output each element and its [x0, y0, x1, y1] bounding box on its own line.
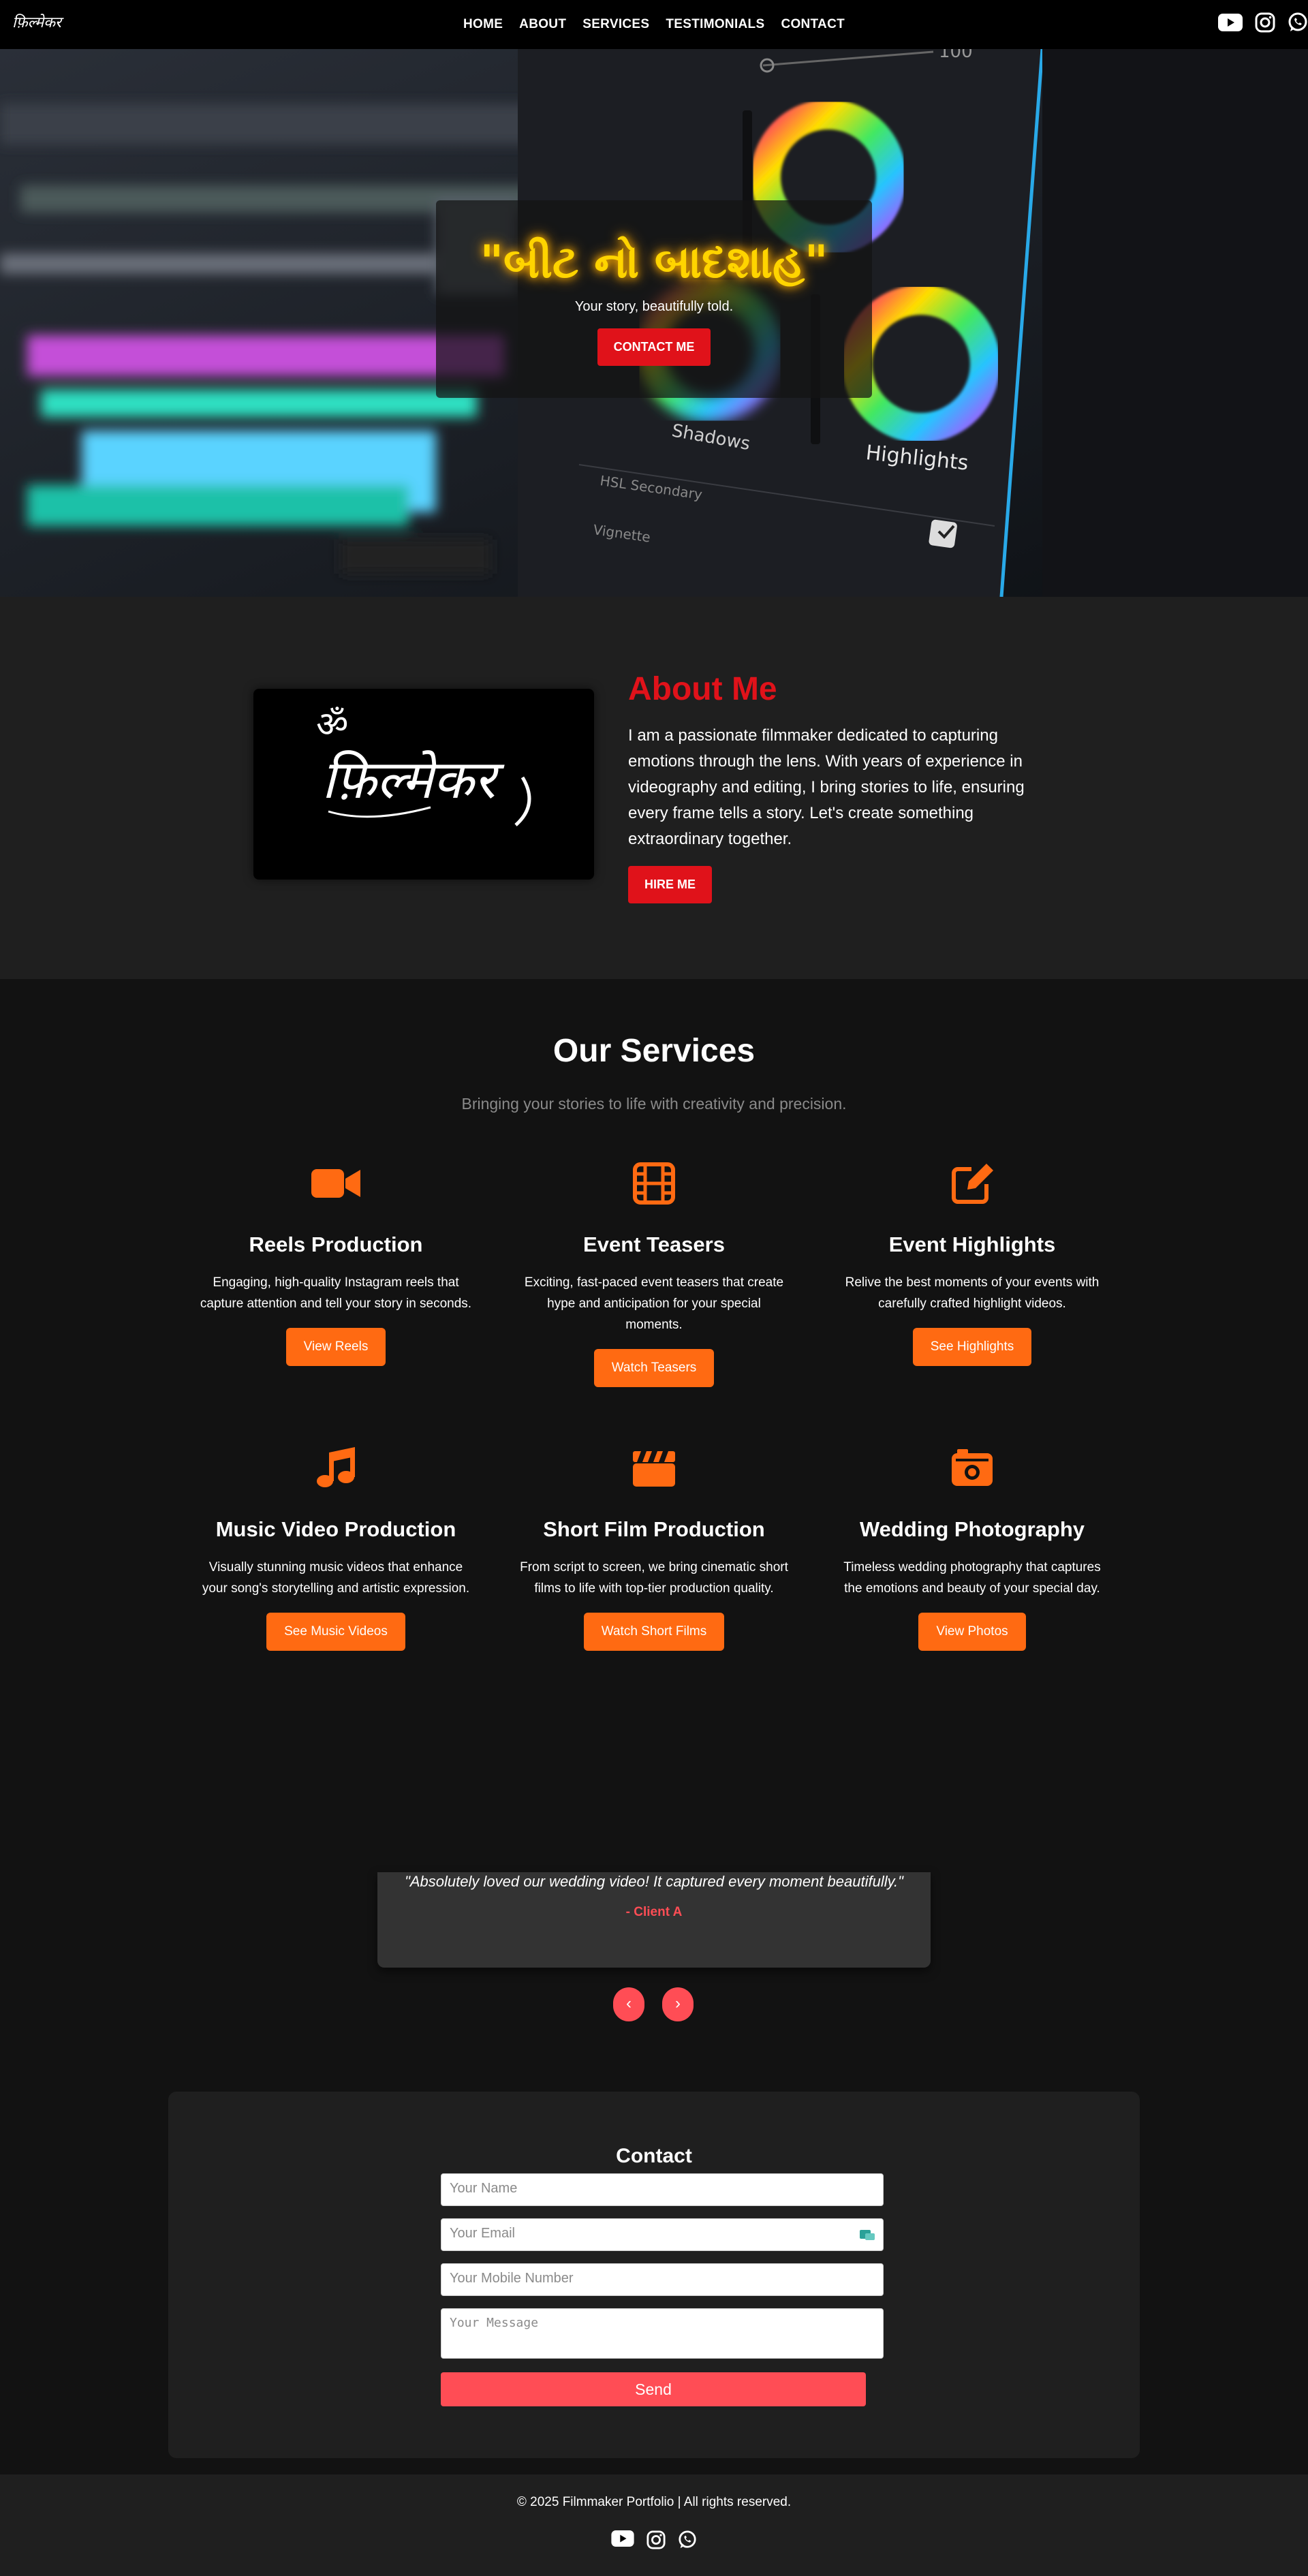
- youtube-icon[interactable]: [1218, 14, 1243, 31]
- service-description: Exciting, fast-paced event teasers that …: [524, 1275, 784, 1332]
- hero-overlay-box: "બીટ નો બાદશાહ" Your story, beautifully …: [436, 200, 872, 398]
- service-card-reels: Reels Production Engaging, high-quality …: [200, 1162, 472, 1366]
- watch-teasers-button[interactable]: Watch Teasers: [593, 1349, 715, 1387]
- service-name: Reels Production: [249, 1232, 423, 1256]
- nav-services[interactable]: SERVICES: [582, 17, 649, 32]
- email-placeholder: Your Email: [450, 2226, 515, 2241]
- view-photos-button[interactable]: View Photos: [918, 1613, 1026, 1651]
- testimonial-prev-button[interactable]: ‹: [613, 1987, 644, 2021]
- nav-menu: HOME ABOUT SERVICES TESTIMONIALS CONTACT: [0, 0, 1308, 49]
- footer-copyright: © 2025 Filmmaker Portfolio | All rights …: [516, 2495, 792, 2509]
- services-subtitle: Bringing your stories to life with creat…: [461, 1095, 847, 1113]
- about-logo-image: ॐ फ़िल्मेकर: [253, 689, 594, 880]
- nav-testimonials[interactable]: TESTIMONIALS: [666, 17, 764, 32]
- about-section: ॐ फ़िल्मेकर About Me I am a passionate f…: [0, 597, 1308, 979]
- contact-section: Contact Your Name Your Email Your Mobile…: [168, 2092, 1140, 2458]
- svg-text:100: 100: [939, 49, 973, 62]
- nav-about[interactable]: ABOUT: [519, 17, 566, 32]
- send-button[interactable]: Send: [441, 2372, 866, 2406]
- services-section: Our Services Bringing your stories to li…: [0, 979, 1308, 1790]
- about-content: About Me I am a passionate filmmaker ded…: [628, 670, 1030, 903]
- see-music-videos-button[interactable]: See Music Videos: [266, 1613, 405, 1651]
- mobile-field[interactable]: Your Mobile Number: [441, 2263, 884, 2296]
- whatsapp-icon[interactable]: [1288, 12, 1308, 33]
- instagram-icon[interactable]: [1255, 12, 1275, 33]
- service-card-wedding: Wedding Photography Timeless wedding pho…: [836, 1446, 1108, 1651]
- name-field[interactable]: Your Name: [441, 2173, 884, 2206]
- hero-section: 100 Shadows Highlights HSL Secondary Vig…: [0, 49, 1308, 597]
- service-description: Visually stunning music videos that enha…: [202, 1560, 470, 1596]
- service-name: Event Highlights: [888, 1232, 1056, 1256]
- service-card-music-video: Music Video Production Visually stunning…: [200, 1446, 472, 1651]
- service-card-highlights: Event Highlights Relive the best moments…: [836, 1162, 1108, 1366]
- service-description: Timeless wedding photography that captur…: [843, 1560, 1101, 1596]
- message-field[interactable]: Your Message: [441, 2308, 884, 2359]
- hire-me-button[interactable]: HIRE ME: [628, 866, 713, 903]
- film-icon: [518, 1162, 790, 1205]
- service-description: Relive the best moments of your events w…: [845, 1275, 1100, 1311]
- about-paragraph: I am a passionate filmmaker dedicated to…: [628, 726, 1025, 848]
- service-card-teasers: Event Teasers Exciting, fast-paced event…: [518, 1162, 790, 1387]
- clapperboard-icon: [518, 1446, 790, 1490]
- contact-title: Contact: [616, 2145, 692, 2167]
- instagram-icon[interactable]: [647, 2530, 666, 2553]
- hero-subtitle: Your story, beautifully told.: [574, 299, 734, 314]
- hero-title: "બીટ નો બાદશાહ": [480, 236, 828, 288]
- service-name: Event Teasers: [583, 1232, 725, 1256]
- service-card-short-film: Short Film Production From script to scr…: [518, 1446, 790, 1651]
- testimonial-author: - Client A: [625, 1905, 683, 1919]
- edit-icon: [836, 1162, 1108, 1205]
- svg-text:ॐ: ॐ: [316, 704, 348, 745]
- youtube-icon[interactable]: [611, 2530, 634, 2553]
- service-name: Wedding Photography: [859, 1517, 1085, 1541]
- service-name: Short Film Production: [543, 1517, 765, 1541]
- testimonial-card: "Absolutely loved our wedding video! It …: [377, 1872, 931, 1968]
- about-title: About Me: [628, 671, 777, 707]
- nav-contact[interactable]: CONTACT: [781, 17, 845, 32]
- see-highlights-button[interactable]: See Highlights: [912, 1328, 1032, 1366]
- whatsapp-icon[interactable]: [678, 2530, 697, 2553]
- email-field[interactable]: Your Email: [441, 2218, 884, 2251]
- watch-short-films-button[interactable]: Watch Short Films: [583, 1613, 725, 1651]
- svg-text:फ़िल्मेकर: फ़िल्मेकर: [322, 749, 505, 811]
- music-icon: [200, 1446, 472, 1490]
- nav-home[interactable]: HOME: [463, 17, 503, 32]
- video-camera-icon: [200, 1162, 472, 1205]
- footer: © 2025 Filmmaker Portfolio | All rights …: [0, 2474, 1308, 2576]
- service-name: Music Video Production: [215, 1517, 456, 1541]
- service-description: Engaging, high-quality Instagram reels t…: [200, 1275, 472, 1311]
- camera-icon: [836, 1446, 1108, 1490]
- service-description: From script to screen, we bring cinemati…: [520, 1560, 788, 1596]
- services-title: Our Services: [552, 1033, 756, 1069]
- nav-social-links: [1218, 12, 1308, 33]
- top-nav: फ़िल्मेकर HOME ABOUT SERVICES TESTIMONIA…: [0, 0, 1308, 49]
- footer-social-links: [0, 2530, 1308, 2553]
- testimonial-next-button[interactable]: ›: [662, 1987, 694, 2021]
- autofill-icon[interactable]: [860, 2229, 875, 2245]
- view-reels-button[interactable]: View Reels: [285, 1328, 386, 1366]
- contact-me-button[interactable]: CONTACT ME: [597, 328, 711, 366]
- testimonial-quote: "Absolutely loved our wedding video! It …: [405, 1873, 903, 1890]
